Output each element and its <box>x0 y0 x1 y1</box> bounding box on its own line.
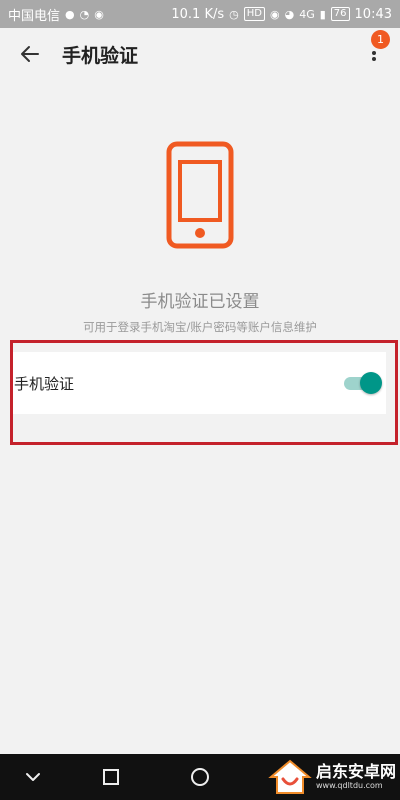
watermark-url: www.qdltdu.com <box>315 781 383 790</box>
status-headline: 手机验证已设置 <box>140 292 260 312</box>
status-left: 中国电信 ● ◔ ◉ <box>8 5 104 24</box>
phone-verify-row[interactable]: 手机验证 <box>12 352 386 414</box>
toggle-thumb <box>360 372 382 394</box>
network-type: 4G <box>299 7 315 21</box>
nav-home-button[interactable] <box>175 754 225 800</box>
hero <box>0 140 400 250</box>
chevron-down-icon <box>26 773 40 781</box>
back-button[interactable] <box>10 34 50 74</box>
wechat-icon: ◉ <box>94 7 104 21</box>
clock: 10:43 <box>354 6 392 22</box>
alarm-icon: ◷ <box>229 7 239 21</box>
arrow-left-icon <box>21 46 39 62</box>
eye-icon: ◉ <box>269 7 280 21</box>
app-bar: 手机验证 1 <box>0 28 400 80</box>
watermark-logo-icon <box>268 759 312 794</box>
nav-recents-button[interactable] <box>86 754 136 800</box>
battery-indicator: 76 <box>330 7 350 21</box>
circle-icon <box>191 768 209 786</box>
square-icon <box>103 769 119 785</box>
phone-verify-toggle[interactable] <box>344 372 382 394</box>
watermark-text: 启东安卓网 www.qdltdu.com <box>316 763 396 791</box>
status-subtext: 可用于登录手机淘宝/账户密码等账户信息维护 <box>83 320 317 334</box>
watermark-title: 启东安卓网 <box>315 762 396 781</box>
phone-icon <box>166 141 234 249</box>
carrier-label: 中国电信 <box>8 8 61 24</box>
hd-indicator: HD <box>243 7 265 21</box>
nav-bar: 启东安卓网 www.qdltdu.com <box>0 754 400 800</box>
status-right: 10.1 K/s ◷ HD ◉ ◕ 4G ▮ 76 10:43 <box>171 7 392 22</box>
message-icon: ● <box>65 7 75 21</box>
page-title: 手机验证 <box>62 44 139 67</box>
signal-icon: ▮ <box>319 7 326 21</box>
nav-back-button[interactable] <box>8 754 58 800</box>
network-speed: 10.1 K/s <box>171 6 225 22</box>
status-bar: 中国电信 ● ◔ ◉ 10.1 K/s ◷ HD ◉ ◕ 4G ▮ 76 10:… <box>0 0 400 28</box>
watermark: 启东安卓网 www.qdltdu.com <box>267 756 396 798</box>
notification-badge: 1 <box>371 30 390 49</box>
phone-verify-label: 手机验证 <box>14 374 75 393</box>
app-icon: ◔ <box>79 7 90 21</box>
wifi-icon: ◕ <box>284 7 295 21</box>
